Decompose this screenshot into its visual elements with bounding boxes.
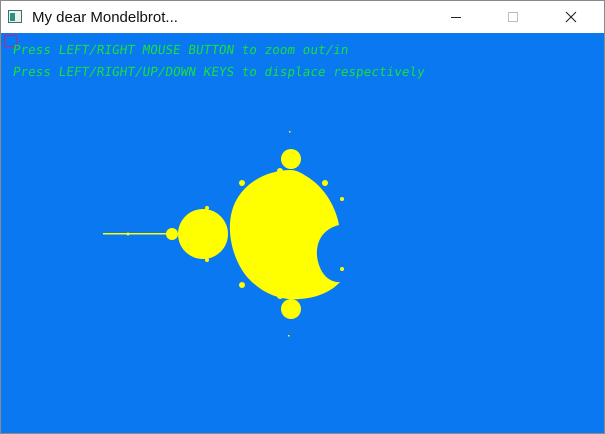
- stray-point: [289, 131, 291, 133]
- mini-bulb: [239, 180, 245, 186]
- instruction-pan: Press LEFT/RIGHT/UP/DOWN KEYS to displac…: [12, 64, 426, 79]
- console-app-icon: [8, 9, 24, 25]
- mini-bulb: [205, 258, 209, 262]
- period-2-bulb: [178, 209, 228, 259]
- minimize-icon: [451, 17, 461, 18]
- maximize-icon: [508, 12, 518, 22]
- close-icon: [565, 11, 577, 23]
- app-window: My dear Mondelbrot... Press LEFT/RIGHT M…: [0, 0, 605, 434]
- mini-bulb: [277, 293, 283, 299]
- window-title: My dear Mondelbrot...: [32, 8, 178, 26]
- instruction-zoom: Press LEFT/RIGHT MOUSE BUTTON to zoom ou…: [12, 42, 350, 57]
- close-button[interactable]: [548, 1, 594, 33]
- antenna-filament: [103, 233, 169, 235]
- mini-bulb: [205, 206, 209, 210]
- render-canvas[interactable]: Press LEFT/RIGHT MOUSE BUTTON to zoom ou…: [1, 33, 604, 433]
- mini-bulb: [239, 282, 245, 288]
- mini-bulb: [322, 180, 328, 186]
- mini-bulb: [340, 267, 344, 271]
- mini-bulb: [322, 282, 328, 288]
- top-bulb: [281, 149, 301, 169]
- minimize-button[interactable]: [433, 1, 479, 33]
- stray-point: [288, 335, 290, 337]
- mandelbrot-fractal[interactable]: [1, 33, 604, 433]
- mini-bulb: [340, 197, 344, 201]
- bottom-bulb: [281, 299, 301, 319]
- maximize-button[interactable]: [490, 1, 536, 33]
- main-cardioid: [229, 170, 340, 300]
- mini-bulb: [277, 168, 283, 174]
- title-bar[interactable]: My dear Mondelbrot...: [1, 1, 604, 33]
- antenna-mini: [126, 232, 130, 236]
